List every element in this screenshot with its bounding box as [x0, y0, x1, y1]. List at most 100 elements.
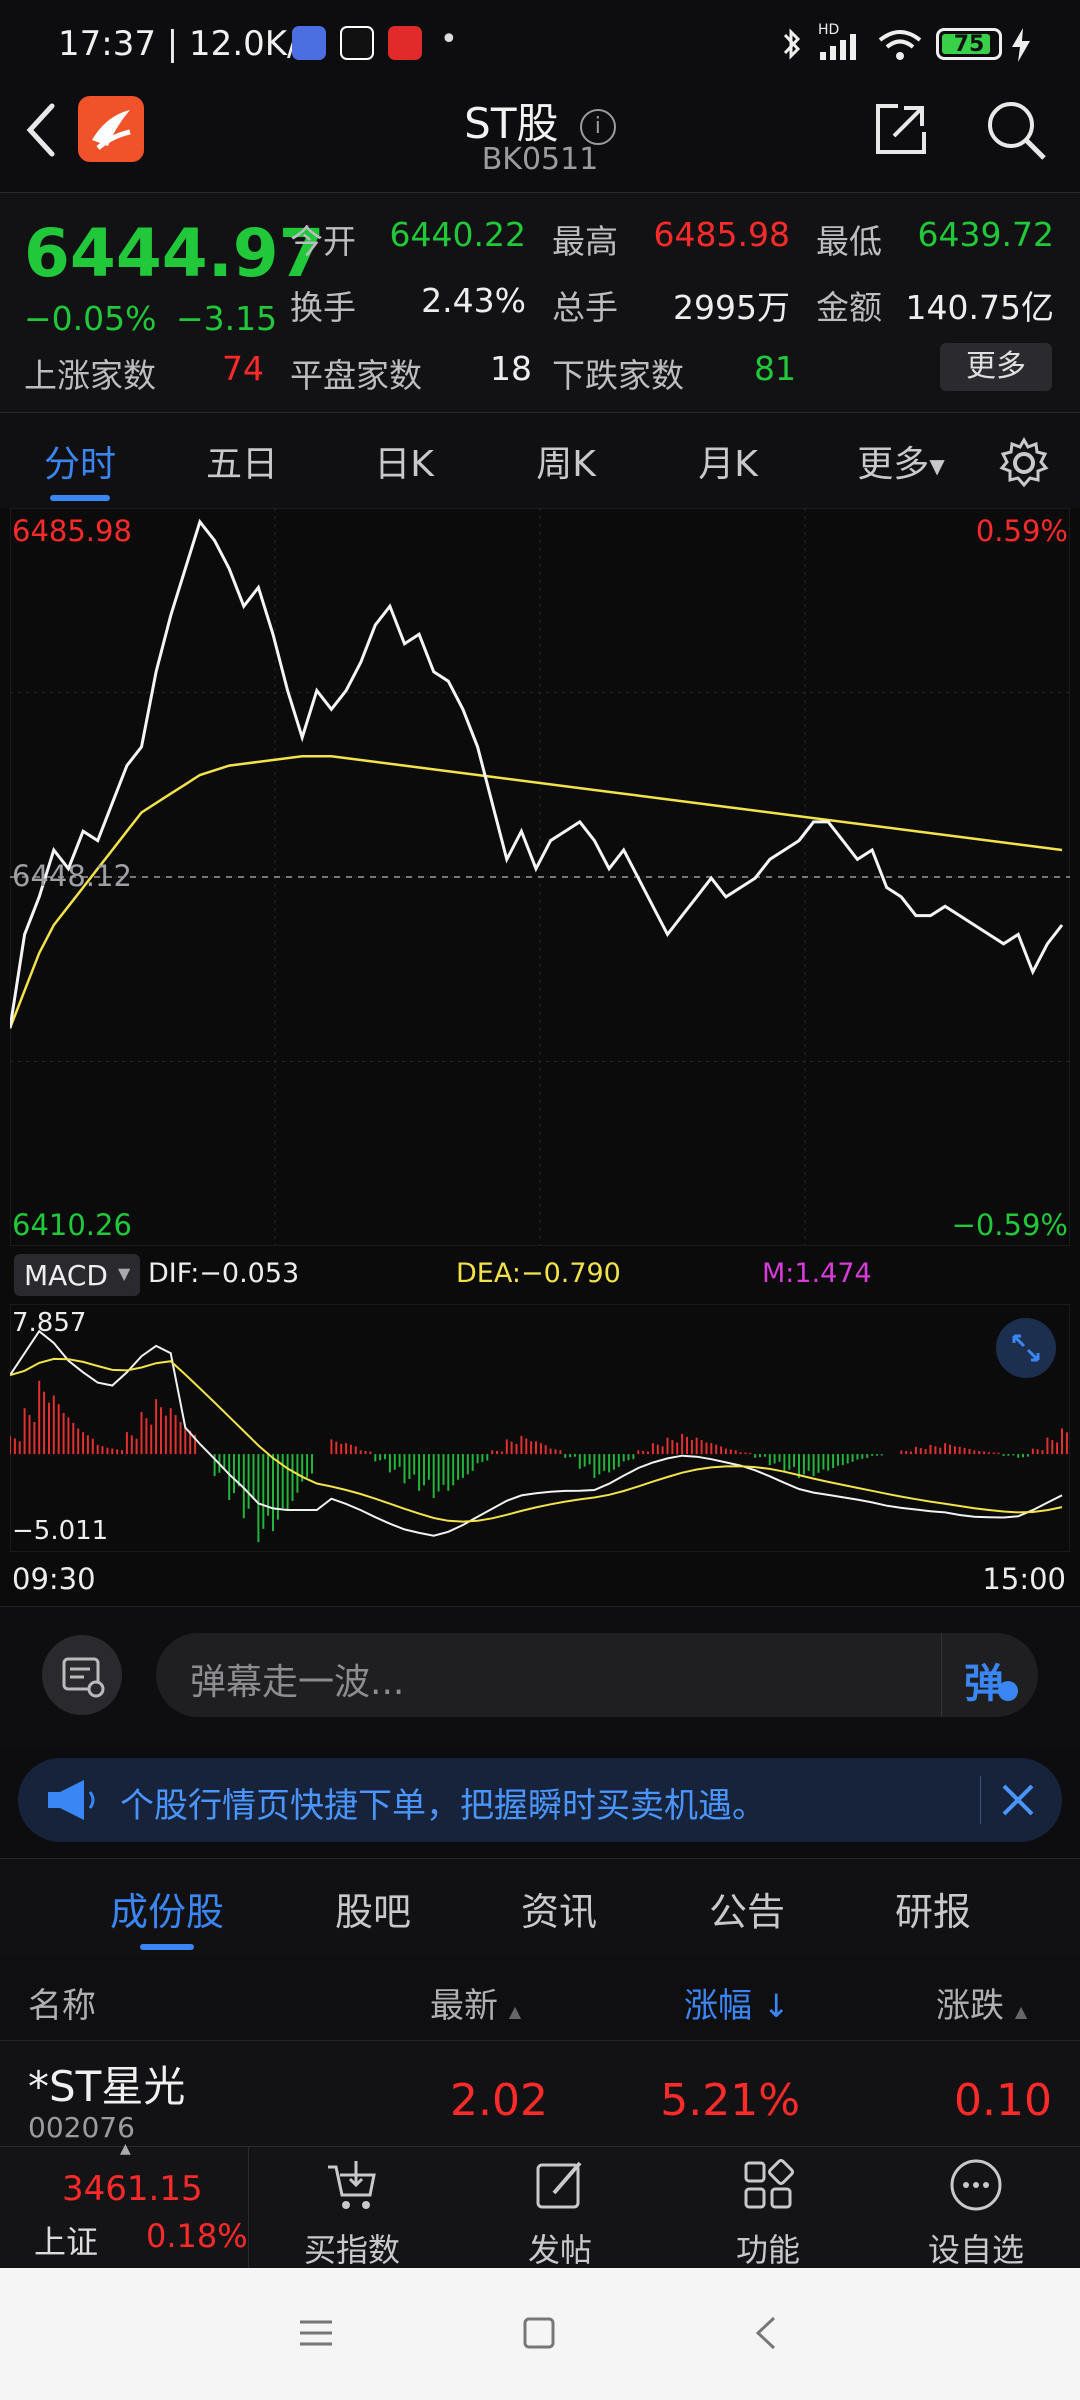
sort-icon: ▲: [508, 2002, 522, 2021]
system-nav-bar: [0, 2268, 1080, 2400]
back-nav-icon[interactable]: [752, 2314, 778, 2352]
index-expand-icon: ▲: [120, 2141, 131, 2157]
index-ticker[interactable]: ▲ 3461.15 上证 0.18%: [0, 2141, 249, 2269]
grid-icon: [744, 2159, 794, 2209]
macd-m: M:1.474: [762, 1258, 872, 1289]
megaphone-icon: [48, 1780, 95, 1820]
share-icon[interactable]: [872, 100, 930, 158]
chart-area[interactable]: 6485.98 0.59% 6448.12 6410.26 −0.59% MAC…: [0, 508, 1080, 1606]
status-time: 17:37 | 12.0K/s: [58, 24, 317, 64]
quote-panel: 6444.97 −0.05% −3.15 上涨家数 74 今开 6440.22 …: [0, 192, 1080, 413]
macd-y-high-label: 7.857: [12, 1308, 87, 1338]
comment-list-button[interactable]: [42, 1635, 122, 1715]
danmu-send-button[interactable]: 弹: [941, 1633, 1038, 1717]
change-pct: −0.05%: [24, 299, 157, 338]
promo-text: 个股行情页快捷下单，把握瞬时买卖机遇。: [120, 1786, 766, 1826]
tab-five-day[interactable]: 五日: [182, 435, 302, 487]
row-stock-name: *ST星光: [28, 2062, 186, 2111]
table-row[interactable]: *ST星光 002076 2.02 5.21% 0.10: [0, 2040, 1080, 2147]
bluetooth-icon: [783, 28, 801, 60]
constituent-tabs: 成份股 股吧 资讯 公告 研报: [0, 1858, 1080, 1955]
bottom-nav: ▲ 3461.15 上证 0.18% 买指数 发帖 功能 设自选: [0, 2141, 1080, 2271]
row-change-pct: 5.21%: [660, 2075, 800, 2126]
menu-icon[interactable]: [298, 2318, 334, 2348]
search-icon[interactable]: [984, 98, 1048, 162]
amount-value: 140.75亿: [905, 288, 1054, 327]
more-circle-icon: [950, 2159, 1002, 2211]
x-end-label: 15:00: [982, 1562, 1066, 1596]
macd-dea: DEA:−0.790: [456, 1258, 621, 1289]
home-icon[interactable]: [522, 2316, 556, 2350]
nav-functions[interactable]: 功能: [688, 2157, 848, 2271]
down-count: 81: [754, 349, 796, 388]
tab-research[interactable]: 研报: [858, 1881, 1008, 1936]
tab-monthly-k[interactable]: 月K: [668, 435, 788, 487]
nav-buy-index[interactable]: 买指数: [272, 2157, 432, 2271]
tab-news[interactable]: 资讯: [484, 1881, 634, 1936]
tab-weekly-k[interactable]: 周K: [506, 435, 626, 487]
promo-banner[interactable]: 个股行情页快捷下单，把握瞬时买卖机遇。: [18, 1758, 1062, 1842]
expand-chart-button[interactable]: [996, 1318, 1056, 1378]
volume-label: 总手: [552, 288, 618, 327]
cart-icon: [328, 2161, 376, 2209]
notification-dot: •: [440, 22, 458, 57]
dropdown-icon: ▼: [118, 1264, 131, 1283]
nav-add-watchlist[interactable]: 设自选: [896, 2157, 1056, 2271]
active-tab-indicator: [140, 1944, 194, 1950]
expand-icon: [1012, 1334, 1040, 1362]
turnover-label: 换手: [290, 288, 356, 327]
ref-price-label: 6448.12: [12, 859, 132, 893]
tab-constituents[interactable]: 成份股: [92, 1881, 242, 1950]
danmu-input[interactable]: 弹幕走一波... 弹: [156, 1633, 1038, 1717]
high-value: 6485.98: [653, 215, 790, 254]
chart-settings-gear-icon[interactable]: [998, 437, 1050, 489]
indicator-selector[interactable]: MACD ▼: [14, 1254, 140, 1296]
status-bar: 17:37 | 12.0K/s • HD 75: [0, 0, 1080, 90]
macd-y-low-label: −5.011: [12, 1516, 109, 1546]
tab-intraday[interactable]: 分时: [20, 435, 140, 501]
edit-icon: [536, 2161, 582, 2209]
high-label: 最高: [552, 222, 618, 261]
down-count-label: 下跌家数: [552, 356, 684, 395]
settings-app-icon: [292, 26, 326, 60]
toutiao-app-icon: [388, 26, 422, 60]
tab-forum[interactable]: 股吧: [298, 1881, 448, 1936]
y-high-label: 6485.98: [12, 514, 132, 548]
open-value: 6440.22: [389, 215, 526, 254]
tab-daily-k[interactable]: 日K: [344, 435, 464, 487]
low-label: 最低: [816, 222, 882, 261]
change-value: −3.15: [176, 299, 278, 338]
col-name: 名称: [28, 1986, 96, 2026]
macd-chart[interactable]: [10, 1304, 1070, 1552]
index-value: 3461.15: [62, 2169, 203, 2209]
turnover-value: 2.43%: [421, 281, 526, 320]
col-latest[interactable]: 最新 ▲: [430, 1978, 521, 2027]
table-header: 名称 最新 ▲ 涨幅 ↓ 涨跌 ▲: [0, 1954, 1080, 2040]
pct-low-label: −0.59%: [951, 1208, 1068, 1242]
dropdown-icon: ▼: [929, 454, 945, 478]
close-icon[interactable]: [998, 1780, 1038, 1820]
tiktok-app-icon: [340, 26, 374, 60]
tab-announcements[interactable]: 公告: [672, 1881, 822, 1936]
danmu-placeholder: 弹幕走一波...: [190, 1662, 405, 1703]
info-icon[interactable]: i: [579, 108, 616, 145]
up-count-label: 上涨家数: [24, 356, 156, 395]
row-latest: 2.02: [450, 2075, 548, 2126]
index-name: 上证: [34, 2223, 99, 2261]
x-start-label: 09:30: [12, 1562, 96, 1596]
sort-icon: ▲: [1014, 2002, 1028, 2021]
flat-count-label: 平盘家数: [290, 356, 422, 395]
tab-more[interactable]: 更多▼: [836, 435, 966, 487]
intraday-price-chart[interactable]: [10, 508, 1070, 1246]
low-value: 6439.72: [917, 215, 1054, 254]
col-change[interactable]: 涨跌 ▲: [936, 1978, 1027, 2027]
header: ST股 i BK0511: [0, 90, 1080, 190]
col-change-pct[interactable]: 涨幅 ↓: [684, 1978, 790, 2027]
wifi-icon: [878, 30, 922, 60]
battery-level: 75: [953, 32, 985, 57]
more-quote-button[interactable]: 更多: [940, 343, 1052, 391]
index-pct: 0.18%: [146, 2217, 248, 2255]
comment-bar: 弹幕走一波... 弹: [0, 1606, 1080, 1747]
nav-post[interactable]: 发帖: [480, 2157, 640, 2271]
sort-desc-icon: ↓: [762, 1987, 790, 2025]
